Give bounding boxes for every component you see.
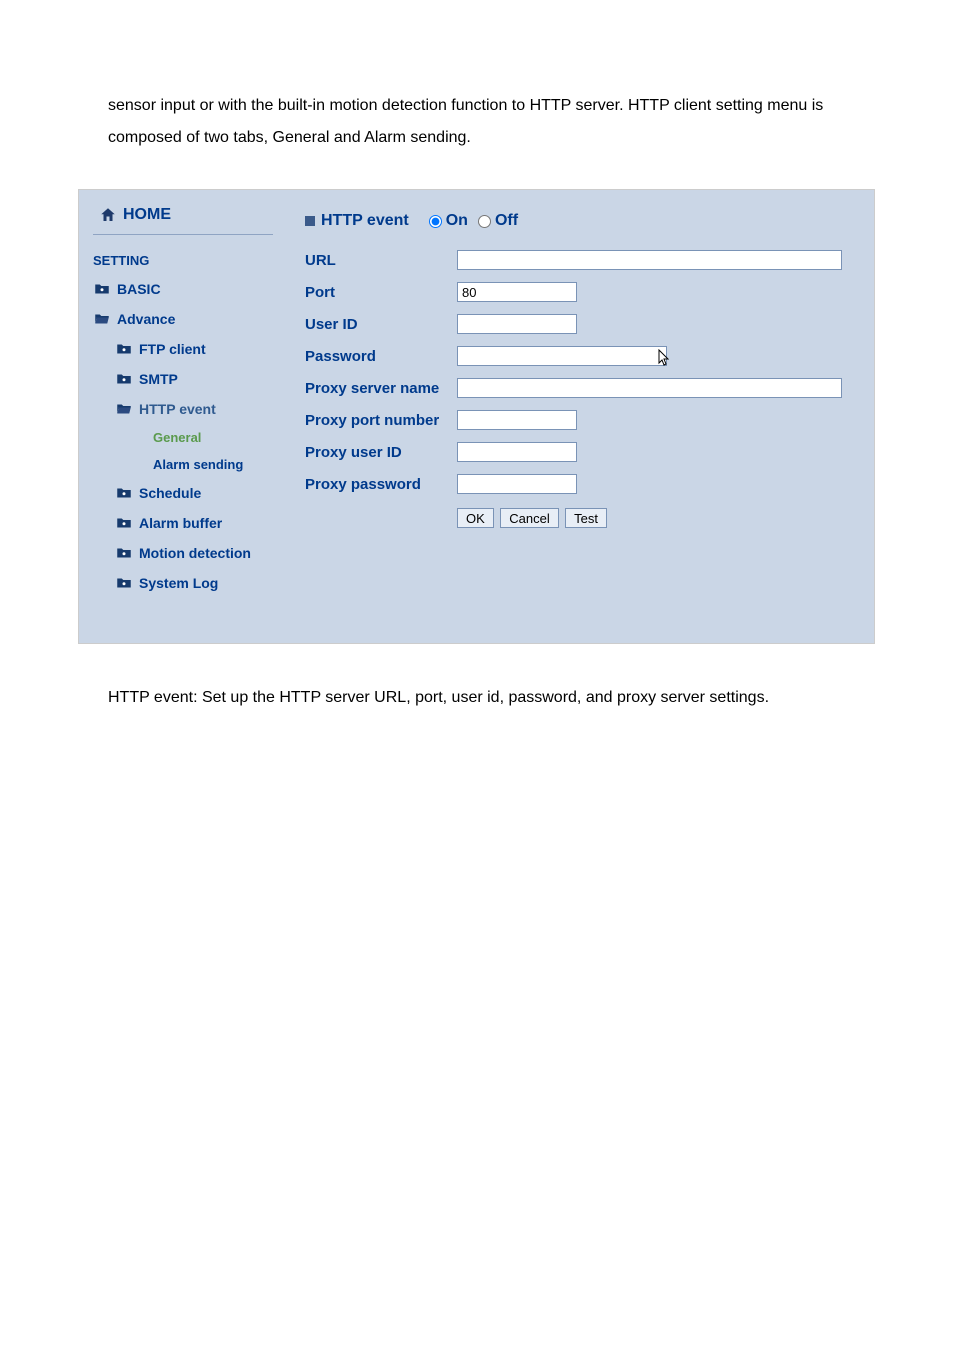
folder-open-icon [115,400,133,418]
sidebar-item-label: Motion detection [139,545,251,561]
proxy-server-input[interactable] [457,378,842,398]
sidebar-item-label: FTP client [139,341,206,357]
password-input[interactable] [457,346,667,366]
sidebar-item-alarm-sending[interactable]: Alarm sending [153,451,287,478]
proxy-password-input[interactable] [457,474,577,494]
radio-on-label: On [446,212,468,230]
url-label: URL [305,252,457,269]
sidebar-item-advance[interactable]: Advance [93,304,287,334]
button-row: OK Cancel Test [305,500,856,528]
test-button[interactable]: Test [565,508,607,528]
folder-closed-icon [115,574,133,592]
proxy-port-input[interactable] [457,410,577,430]
proxy-user-label: Proxy user ID [305,444,457,461]
folder-closed-icon [115,370,133,388]
sidebar-item-ftp[interactable]: FTP client [115,334,287,364]
sidebar-item-label: Advance [117,311,175,327]
folder-closed-icon [115,340,133,358]
radio-on[interactable] [429,215,442,228]
intro-paragraph: sensor input or with the built-in motion… [0,0,954,189]
outro-paragraph: HTTP event: Set up the HTTP server URL, … [0,644,954,752]
radio-off-label: Off [495,212,518,230]
home-icon [99,206,117,224]
proxy-server-label: Proxy server name [305,380,457,397]
sidebar-item-alarm-buffer[interactable]: Alarm buffer [115,508,287,538]
sidebar-item-basic[interactable]: BASIC [93,274,287,304]
sidebar-item-smtp[interactable]: SMTP [115,364,287,394]
title-bullet-icon [305,216,315,226]
section-title: SETTING [93,243,287,274]
sidebar-item-label: Schedule [139,485,201,501]
sidebar-item-label: System Log [139,575,218,591]
cancel-button[interactable]: Cancel [500,508,558,528]
sidebar-item-label: Alarm buffer [139,515,222,531]
sidebar: HOME SETTING BASIC Advance FTP client [79,190,287,643]
ok-button[interactable]: OK [457,508,494,528]
port-input[interactable] [457,282,577,302]
settings-panel: HOME SETTING BASIC Advance FTP client [78,189,875,644]
page-title: HTTP event [321,212,409,230]
password-label: Password [305,348,457,365]
folder-closed-icon [115,514,133,532]
sidebar-item-system-log[interactable]: System Log [115,568,287,598]
user-id-input[interactable] [457,314,577,334]
proxy-port-label: Proxy port number [305,412,457,429]
sidebar-item-schedule[interactable]: Schedule [115,478,287,508]
sidebar-item-label: HTTP event [139,401,216,417]
folder-open-icon [93,310,111,328]
folder-closed-icon [93,280,111,298]
sidebar-item-general[interactable]: General [153,424,287,451]
proxy-user-input[interactable] [457,442,577,462]
page-title-row: HTTP event On Off [305,212,856,230]
main-content: HTTP event On Off URL Port User ID Passw… [287,190,874,643]
sidebar-item-http-event[interactable]: HTTP event [115,394,287,424]
sidebar-item-label: BASIC [117,281,161,297]
url-input[interactable] [457,250,842,270]
sidebar-item-motion-detection[interactable]: Motion detection [115,538,287,568]
folder-closed-icon [115,484,133,502]
sidebar-item-label: SMTP [139,371,178,387]
home-label: HOME [123,206,171,224]
folder-closed-icon [115,544,133,562]
port-label: Port [305,284,457,301]
user-id-label: User ID [305,316,457,333]
proxy-password-label: Proxy password [305,476,457,493]
radio-off[interactable] [478,215,491,228]
home-link[interactable]: HOME [93,200,273,235]
